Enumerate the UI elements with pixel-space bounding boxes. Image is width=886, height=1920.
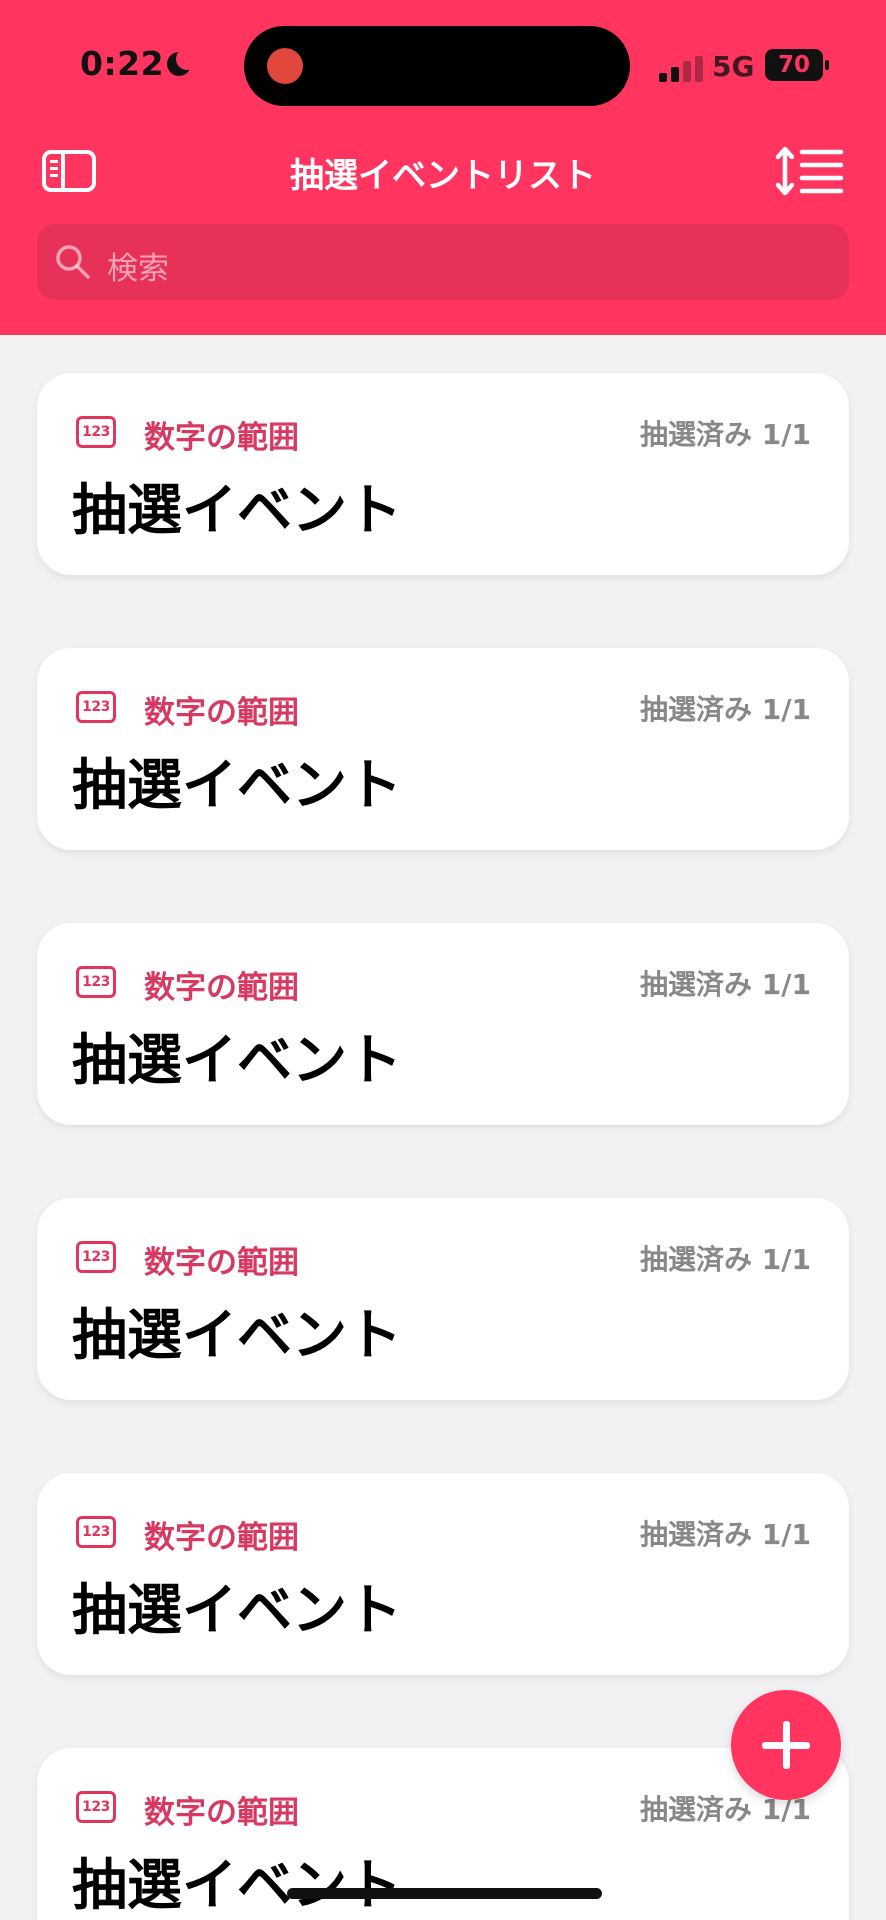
event-type-label: 数字の範囲 (144, 970, 299, 1006)
recording-indicator-icon (267, 48, 303, 84)
search-input[interactable]: 検索 (37, 224, 849, 300)
header: 0:22 5G 70 抽選イベントリスト 検索 (0, 0, 886, 335)
event-card[interactable]: 123 数字の範囲 抽選済み 1/1 抽選イベント (37, 648, 849, 850)
sort-button[interactable] (775, 144, 845, 198)
add-event-button[interactable] (731, 1690, 841, 1800)
number-range-icon: 123 (76, 1516, 116, 1548)
draw-status: 抽選済み 1/1 (640, 418, 811, 451)
event-name: 抽選イベント (72, 753, 403, 817)
event-type-label: 数字の範囲 (144, 420, 299, 456)
number-range-icon: 123 (76, 1791, 116, 1823)
event-name: 抽選イベント (72, 1028, 403, 1092)
draw-status: 抽選済み 1/1 (640, 693, 811, 726)
number-range-icon: 123 (76, 966, 116, 998)
draw-status: 抽選済み 1/1 (640, 1243, 811, 1276)
status-bar: 0:22 5G 70 (0, 0, 886, 130)
battery-level: 70 (777, 52, 810, 78)
nav-bar: 抽選イベントリスト (0, 130, 886, 210)
cellular-signal-icon (659, 56, 707, 82)
number-range-icon: 123 (76, 691, 116, 723)
event-name: 抽選イベント (72, 1853, 403, 1917)
event-type-label: 数字の範囲 (144, 695, 299, 731)
event-list: 123 数字の範囲 抽選済み 1/1 抽選イベント 123 数字の範囲 抽選済み… (0, 335, 886, 1920)
network-type: 5G (712, 50, 755, 83)
dynamic-island (244, 26, 630, 106)
draw-status: 抽選済み 1/1 (640, 968, 811, 1001)
number-range-icon: 123 (76, 1241, 116, 1273)
event-card[interactable]: 123 数字の範囲 抽選済み 1/1 抽選イベント (37, 1198, 849, 1400)
event-type-label: 数字の範囲 (144, 1520, 299, 1556)
number-range-icon: 123 (76, 416, 116, 448)
search-placeholder: 検索 (107, 251, 169, 287)
event-card[interactable]: 123 数字の範囲 抽選済み 1/1 抽選イベント (37, 923, 849, 1125)
moon-icon (167, 48, 198, 76)
event-type-label: 数字の範囲 (144, 1245, 299, 1281)
draw-status: 抽選済み 1/1 (640, 1518, 811, 1551)
event-name: 抽選イベント (72, 478, 403, 542)
event-card[interactable]: 123 数字の範囲 抽選済み 1/1 抽選イベント (37, 373, 849, 575)
page-title: 抽選イベントリスト (290, 156, 596, 196)
event-type-label: 数字の範囲 (144, 1795, 299, 1831)
home-indicator (287, 1888, 602, 1899)
event-name: 抽選イベント (72, 1578, 403, 1642)
status-time: 0:22 (80, 44, 165, 83)
event-card[interactable]: 123 数字の範囲 抽選済み 1/1 抽選イベント (37, 1473, 849, 1675)
search-icon (56, 245, 90, 279)
event-name: 抽選イベント (72, 1303, 403, 1367)
battery-icon: 70 (765, 49, 829, 81)
sort-icon (775, 146, 844, 196)
